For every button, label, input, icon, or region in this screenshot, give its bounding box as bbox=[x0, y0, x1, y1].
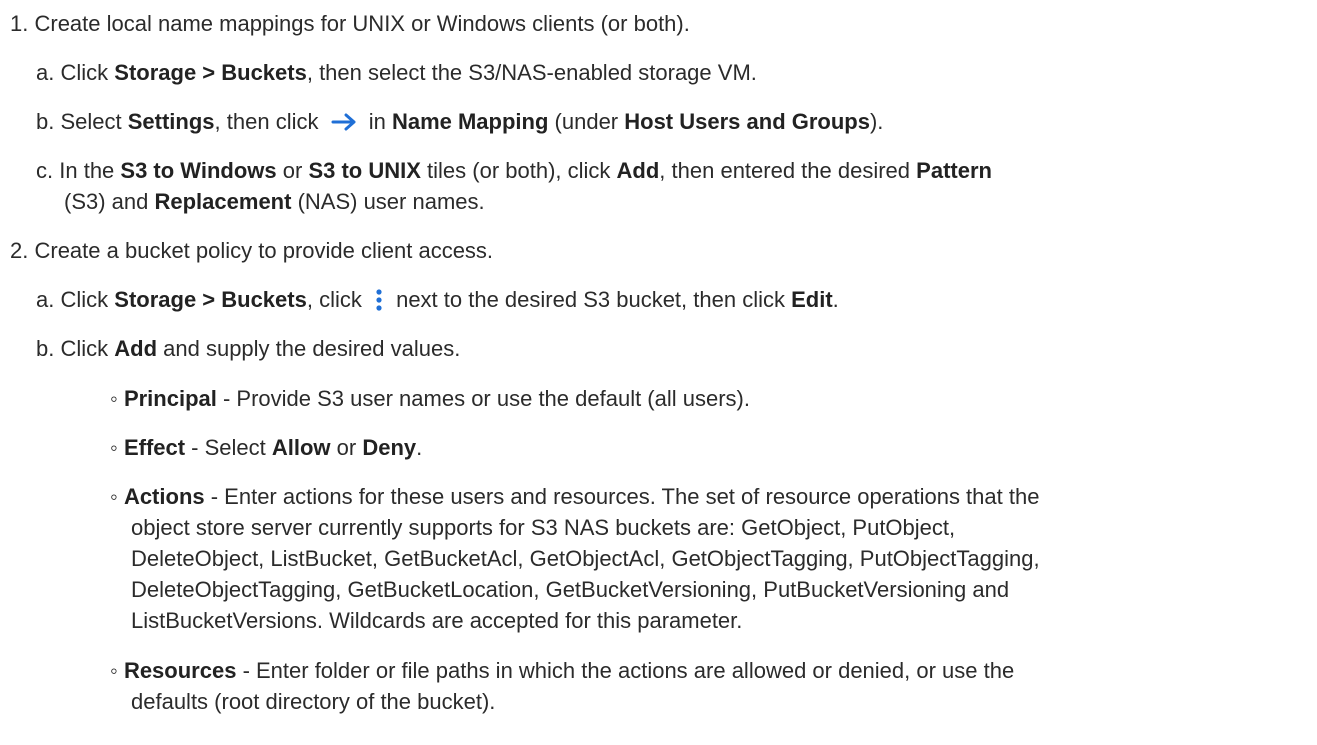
bullet-actions-line: DeleteObjectTagging, GetBucketLocation, … bbox=[131, 577, 1010, 602]
substep-text: , then select the S3/NAS-enabled storage… bbox=[306, 60, 757, 85]
substep-text: or bbox=[276, 158, 309, 183]
substep-text: and supply the desired values. bbox=[157, 336, 461, 361]
substep-1c-continued: (S3) and Replacement (NAS) user names. bbox=[64, 187, 485, 217]
bullet-effect: ◦ Effect - Select Allow or Deny. bbox=[110, 433, 422, 463]
step-text: Create a bucket policy to provide client… bbox=[34, 238, 494, 263]
arrow-right-icon bbox=[331, 113, 356, 131]
bullet-glyph: ◦ bbox=[110, 484, 118, 509]
ui-pattern: Pattern bbox=[916, 158, 992, 183]
bullet-text: - Provide S3 user names or use the defau… bbox=[216, 386, 750, 411]
substep-text: . bbox=[832, 287, 839, 312]
substep-text: Click bbox=[60, 60, 115, 85]
bullet-actions-line: ListBucketVersions. Wildcards are accept… bbox=[131, 608, 743, 633]
substep-text: (NAS) user names. bbox=[291, 189, 485, 214]
substep-letter: b. bbox=[36, 336, 55, 361]
step-2: 2. Create a bucket policy to provide cli… bbox=[10, 236, 493, 266]
substep-text: (S3) and bbox=[64, 189, 155, 214]
bullet-text: . bbox=[416, 435, 423, 460]
term-resources: Resources bbox=[123, 658, 237, 683]
bullet-text: - Select bbox=[185, 435, 272, 460]
substep-text: In the bbox=[59, 158, 121, 183]
substep-text: Click bbox=[60, 287, 115, 312]
bullet-actions: ◦ Actions - Enter actions for these user… bbox=[110, 482, 1039, 512]
substep-text: (under bbox=[548, 109, 625, 134]
ui-s3-to-windows: S3 to Windows bbox=[120, 158, 277, 183]
substep-text: in bbox=[362, 109, 392, 134]
substep-letter: c. bbox=[36, 158, 54, 183]
ui-name-mapping: Name Mapping bbox=[391, 109, 549, 134]
substep-text: Click bbox=[60, 336, 115, 361]
term-principal: Principal bbox=[123, 386, 217, 411]
kebab-menu-icon bbox=[376, 289, 382, 311]
ui-allow: Allow bbox=[271, 435, 331, 460]
substep-2b: b. Click Add and supply the desired valu… bbox=[36, 334, 460, 364]
bullet-text: or bbox=[330, 435, 363, 460]
substep-1a: a. Click Storage > Buckets, then select … bbox=[36, 58, 757, 88]
term-actions: Actions bbox=[123, 484, 205, 509]
substep-text: next to the desired S3 bucket, then clic… bbox=[389, 287, 792, 312]
ui-path-storage-buckets: Storage > Buckets bbox=[114, 60, 307, 85]
ui-settings: Settings bbox=[127, 109, 215, 134]
ui-s3-to-unix: S3 to UNIX bbox=[308, 158, 421, 183]
substep-text: , click bbox=[306, 287, 368, 312]
bullet-glyph: ◦ bbox=[110, 658, 118, 683]
substep-text: tiles (or both), click bbox=[420, 158, 617, 183]
bullet-text: - Enter actions for these users and reso… bbox=[204, 484, 1040, 509]
ui-edit: Edit bbox=[791, 287, 833, 312]
ui-path-storage-buckets: Storage > Buckets bbox=[114, 287, 307, 312]
substep-text: , then entered the desired bbox=[659, 158, 917, 183]
step-text: Create local name mappings for UNIX or W… bbox=[34, 11, 690, 36]
bullet-actions-line: DeleteObject, ListBucket, GetBucketAcl, … bbox=[131, 546, 1040, 571]
substep-text: ). bbox=[869, 109, 884, 134]
document-body: 1. Create local name mappings for UNIX o… bbox=[0, 0, 1317, 745]
ui-deny: Deny bbox=[362, 435, 417, 460]
ui-add: Add bbox=[616, 158, 660, 183]
ui-replacement: Replacement bbox=[154, 189, 292, 214]
substep-letter: b. bbox=[36, 109, 55, 134]
step-number: 1. bbox=[10, 11, 29, 36]
substep-letter: a. bbox=[36, 60, 55, 85]
substep-2a: a. Click Storage > Buckets, click next t… bbox=[36, 285, 839, 315]
bullet-text: - Enter folder or file paths in which th… bbox=[236, 658, 1015, 683]
ui-host-users-groups: Host Users and Groups bbox=[624, 109, 870, 134]
bullet-resources-line: defaults (root directory of the bucket). bbox=[131, 689, 496, 714]
substep-text: , then click bbox=[214, 109, 325, 134]
substep-letter: a. bbox=[36, 287, 55, 312]
substep-text: Select bbox=[60, 109, 128, 134]
term-effect: Effect bbox=[123, 435, 186, 460]
ui-add: Add bbox=[114, 336, 158, 361]
step-1: 1. Create local name mappings for UNIX o… bbox=[10, 9, 690, 39]
bullet-resources: ◦ Resources - Enter folder or file paths… bbox=[110, 656, 1014, 686]
step-number: 2. bbox=[10, 238, 29, 263]
bullet-principal: ◦ Principal - Provide S3 user names or u… bbox=[110, 384, 750, 414]
bullet-glyph: ◦ bbox=[110, 435, 118, 460]
substep-1b: b. Select Settings, then click in Name M… bbox=[36, 107, 883, 137]
bullet-glyph: ◦ bbox=[110, 386, 118, 411]
substep-1c: c. In the S3 to Windows or S3 to UNIX ti… bbox=[36, 156, 992, 186]
bullet-actions-line: object store server currently supports f… bbox=[131, 515, 956, 540]
